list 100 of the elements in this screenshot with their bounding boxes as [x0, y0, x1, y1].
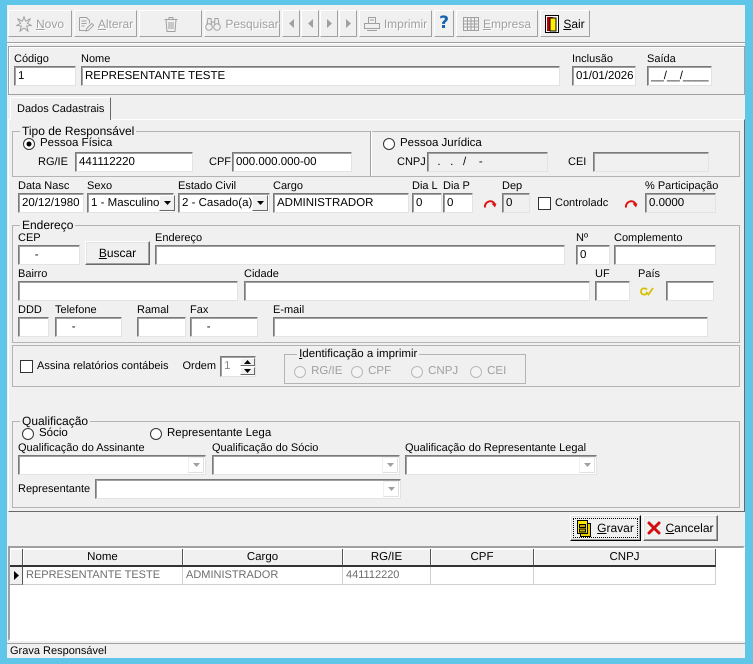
curved-arrow-icon	[483, 198, 497, 208]
tab[interactable]: Dados Cadastrais	[10, 97, 112, 120]
field-label: % Participação	[645, 180, 718, 193]
grid-icon	[462, 16, 479, 30]
table-cell: 441112220	[343, 567, 431, 585]
column-header[interactable]: CNPJ	[534, 549, 716, 567]
binoculars-icon	[205, 16, 222, 30]
field-label: Estado Civil	[178, 180, 238, 193]
input-field[interactable]: . . / -	[427, 152, 548, 172]
field-label: Fax	[190, 304, 210, 317]
cabinet-icon	[577, 520, 594, 536]
caret-down-icon	[164, 201, 171, 205]
caret-down-icon	[256, 201, 264, 205]
triangle-right-icon	[346, 19, 350, 28]
input-field[interactable]: -	[55, 317, 122, 337]
input-field[interactable]: REPRESENTANTE TESTE	[81, 66, 560, 86]
field-label: Dia L	[412, 180, 439, 193]
field-label: Ordem	[182, 360, 216, 372]
input-field[interactable]: 20/12/1980	[18, 193, 84, 213]
door-icon	[545, 14, 560, 32]
field-label: UF	[595, 268, 611, 281]
group-title: Qualificação	[21, 415, 90, 428]
input-field[interactable]	[593, 152, 709, 172]
document-pencil-icon	[78, 16, 94, 32]
field-label: Endereço	[155, 232, 204, 245]
triangle-left-icon	[288, 19, 294, 28]
input-field[interactable]: 0	[412, 193, 442, 213]
caret-up-icon	[244, 360, 252, 364]
input-field[interactable]	[273, 317, 708, 337]
column-header[interactable]: CPF	[431, 549, 534, 567]
radio-option[interactable]: Sócio	[22, 427, 150, 440]
field-label: Complemento	[614, 232, 684, 245]
input-field[interactable]: 0.0000	[645, 193, 716, 213]
triangle-left-icon	[308, 19, 312, 28]
dropdown-field[interactable]: 2 - Casado(a)	[178, 193, 270, 213]
caret-down-icon	[584, 463, 590, 467]
input-field[interactable]: 1	[14, 66, 76, 86]
field-label: E-mail	[273, 304, 306, 317]
caret-down-icon	[386, 463, 394, 467]
column-header[interactable]: Nome	[23, 549, 183, 567]
input-field[interactable]	[137, 317, 186, 337]
field-label: Representante	[18, 483, 92, 495]
field-label: Bairro	[18, 268, 48, 281]
radio-option[interactable]: Pessoa Física	[23, 137, 112, 150]
field-label: CNPJ	[397, 156, 427, 168]
input-field[interactable]: 441112220	[75, 152, 193, 172]
input-field[interactable]	[18, 281, 238, 301]
field-label: Nome	[81, 53, 112, 66]
checkbox-option[interactable]: Assina relatórios contábeis	[20, 359, 168, 373]
trash-icon	[164, 16, 178, 32]
field-label: Inclusão	[572, 53, 614, 66]
status-text: Grava Responsável	[10, 645, 107, 657]
table-cell: REPRESENTANTE TESTE	[23, 567, 183, 585]
input-field[interactable]	[244, 281, 590, 301]
column-header[interactable]: Cargo	[183, 549, 343, 567]
radio-option[interactable]: Pessoa Jurídica	[383, 137, 482, 150]
search-button[interactable]: Buscar	[85, 241, 150, 265]
group-title: Endereço	[21, 219, 74, 232]
field-label: Data Nasc	[18, 180, 70, 193]
field-label: CPF	[209, 156, 232, 168]
radio-option[interactable]: Representante Lega	[150, 427, 272, 440]
caret-down-icon	[388, 487, 394, 491]
cross-icon	[647, 521, 662, 535]
field-label: CEI	[568, 156, 588, 168]
field-label: Qualificação do Representante Legal	[405, 442, 588, 455]
field-label: Cidade	[244, 268, 280, 281]
field-label: Dia P	[443, 180, 471, 193]
input-field[interactable]: -	[190, 317, 258, 337]
input-field[interactable]: 01/01/2026	[572, 66, 636, 86]
input-field[interactable]: __/__/____	[647, 66, 712, 86]
field-label: Código	[14, 53, 50, 66]
input-field[interactable]	[666, 281, 714, 301]
column-header[interactable]: RG/IE	[343, 549, 431, 567]
input-field[interactable]: 000.000.000-00	[232, 152, 352, 172]
caret-down-icon	[192, 463, 200, 467]
field-label: RG/IE	[38, 156, 69, 168]
input-field[interactable]: 0	[502, 193, 530, 213]
save-button[interactable]: Gravar	[570, 515, 641, 541]
curved-arrow-icon	[624, 198, 638, 208]
input-field[interactable]: 0	[443, 193, 473, 213]
input-field[interactable]: 0	[576, 245, 610, 265]
field-label: Saída	[647, 53, 677, 66]
field-label: DDD	[18, 304, 43, 317]
toolbar-button[interactable]: Sair	[540, 10, 590, 37]
printer-icon	[364, 16, 380, 30]
cancel-button[interactable]: Cancelar	[643, 515, 718, 541]
checkbox-option[interactable]: Controladc	[538, 196, 616, 210]
field-label: CEP	[18, 232, 42, 245]
field-label: Ramal	[137, 304, 170, 317]
input-field[interactable]: ADMINISTRADOR	[273, 193, 409, 213]
burst-icon	[16, 16, 32, 32]
input-field[interactable]: -	[18, 245, 80, 265]
input-field[interactable]	[614, 245, 716, 265]
input-field[interactable]	[595, 281, 630, 301]
input-field[interactable]	[18, 317, 49, 337]
field-label: Qualificação do Assinante	[18, 442, 146, 455]
toolbar-button[interactable]: ?	[434, 10, 454, 37]
dropdown-field[interactable]: 1 - Masculino	[87, 193, 174, 213]
group-title: Identificação a imprimir	[298, 348, 418, 361]
input-field[interactable]	[155, 245, 565, 265]
